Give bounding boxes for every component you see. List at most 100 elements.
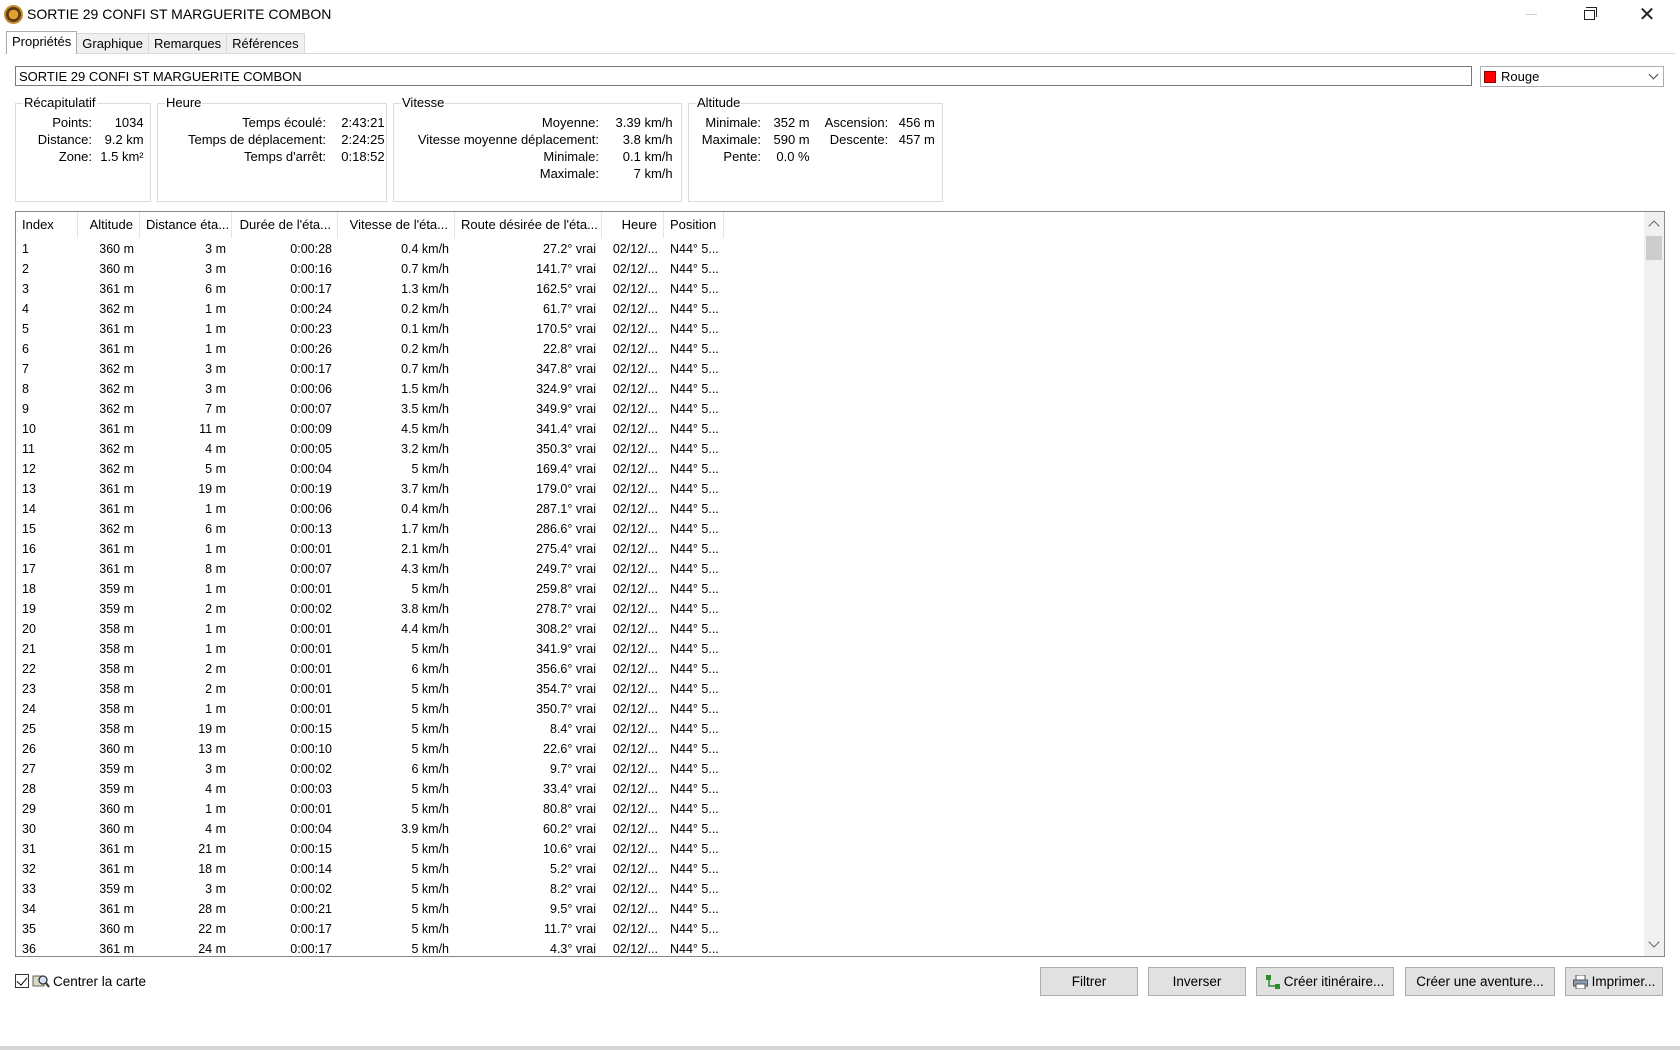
scroll-down-icon[interactable] [1648,936,1660,948]
table-row[interactable]: 35 360 m 22 m 0:00:17 5 km/h 11.7° vrai 02/12/… [16,919,1646,939]
color-dropdown[interactable]: Rouge [1480,66,1664,87]
table-row[interactable]: 16 361 m 1 m 0:00:01 2.1 km/h 275.4° vrai 02/1… [16,539,1646,559]
cell-speed: 0.4 km/h [401,502,449,516]
table-row[interactable]: 22 358 m 2 m 0:00:01 6 km/h 356.6° vrai 02/12/… [16,659,1646,679]
cell-altitude: 358 m [99,722,134,736]
cell-position: N44° 5... [670,842,719,856]
speed-group: Vitesse Moyenne: 3.39 km/h Vitesse moyen… [393,95,682,202]
reverse-button[interactable]: Inverser [1148,967,1246,996]
scroll-thumb[interactable] [1646,236,1662,260]
filter-button[interactable]: Filtrer [1040,967,1138,996]
table-row[interactable]: 19 359 m 2 m 0:00:02 3.8 km/h 278.7° vrai 02/1… [16,599,1646,619]
column-header-distance[interactable]: Distance éta... [140,212,232,238]
table-row[interactable]: 2 360 m 3 m 0:00:16 0.7 km/h 141.7° vrai 02/12… [16,259,1646,279]
table-row[interactable]: 3 361 m 6 m 0:00:17 1.3 km/h 162.5° vrai 02/12… [16,279,1646,299]
table-row[interactable]: 8 362 m 3 m 0:00:06 1.5 km/h 324.9° vrai 02/12… [16,379,1646,399]
table-row[interactable]: 29 360 m 1 m 0:00:01 5 km/h 80.8° vrai 02/12/.… [16,799,1646,819]
cell-index: 15 [22,522,36,536]
slope-value: 0.0 % [776,149,810,164]
cell-index: 27 [22,762,36,776]
create-route-button[interactable]: Créer itinéraire... [1256,967,1394,996]
cell-index: 31 [22,842,36,856]
table-row[interactable]: 9 362 m 7 m 0:00:07 3.5 km/h 349.9° vrai 02/12… [16,399,1646,419]
table-row[interactable]: 17 361 m 8 m 0:00:07 4.3 km/h 249.7° vrai 02/1… [16,559,1646,579]
cell-altitude: 361 m [99,942,134,956]
cell-duration: 0:00:17 [290,922,332,936]
column-header-index[interactable]: Index [16,212,78,238]
cell-course: 61.7° vrai [543,302,596,316]
cell-distance: 1 m [205,502,226,516]
center-map-option[interactable]: Centrer la carte [15,973,146,989]
table-row[interactable]: 6 361 m 1 m 0:00:26 0.2 km/h 22.8° vrai 02/12/… [16,339,1646,359]
table-row[interactable]: 34 361 m 28 m 0:00:21 5 km/h 9.5° vrai 02/12/.… [16,899,1646,919]
cell-distance: 3 m [205,242,226,256]
column-header-altitude[interactable]: Altitude [78,212,140,238]
table-row[interactable]: 27 359 m 3 m 0:00:02 6 km/h 9.7° vrai 02/12/..… [16,759,1646,779]
column-header-course[interactable]: Route désirée de l'éta... [455,212,602,238]
cell-speed: 4.5 km/h [401,422,449,436]
summary-group: Récapitulatif Points: 1034 Distance: 9.2… [15,95,151,202]
create-adventure-button[interactable]: Créer une aventure... [1405,967,1555,996]
table-row[interactable]: 24 358 m 1 m 0:00:01 5 km/h 350.7° vrai 02/12/… [16,699,1646,719]
column-header-time[interactable]: Heure [602,212,664,238]
tab-references[interactable]: Références [226,33,305,54]
print-button[interactable]: Imprimer... [1565,967,1663,996]
cell-duration: 0:00:04 [290,462,332,476]
cell-distance: 4 m [205,822,226,836]
table-row[interactable]: 32 361 m 18 m 0:00:14 5 km/h 5.2° vrai 02/12/.… [16,859,1646,879]
cell-speed: 5 km/h [411,702,449,716]
table-row[interactable]: 14 361 m 1 m 0:00:06 0.4 km/h 287.1° vrai 02/1… [16,499,1646,519]
table-row[interactable]: 4 362 m 1 m 0:00:24 0.2 km/h 61.7° vrai 02/12/… [16,299,1646,319]
minimize-button[interactable] [1502,0,1560,29]
table-row[interactable]: 15 362 m 6 m 0:00:13 1.7 km/h 286.6° vrai 02/1… [16,519,1646,539]
column-header-duration[interactable]: Durée de l'éta... [232,212,338,238]
cell-altitude: 362 m [99,302,134,316]
center-map-checkbox[interactable] [15,974,29,988]
tab-proprietes[interactable]: Propriétés [6,31,78,54]
cell-speed: 5 km/h [411,582,449,596]
table-row[interactable]: 7 362 m 3 m 0:00:17 0.7 km/h 347.8° vrai 02/12… [16,359,1646,379]
vertical-scrollbar[interactable] [1644,212,1664,956]
column-header-speed[interactable]: Vitesse de l'éta... [338,212,455,238]
moving-time-value: 2:24:25 [341,132,385,147]
track-name-input[interactable] [15,66,1472,86]
table-row[interactable]: 12 362 m 5 m 0:00:04 5 km/h 169.4° vrai 02/12/… [16,459,1646,479]
moving-avg-speed-value: 3.8 km/h [622,132,673,147]
table-row[interactable]: 26 360 m 13 m 0:00:10 5 km/h 22.6° vrai 02/12/… [16,739,1646,759]
restore-button[interactable] [1560,0,1618,29]
table-row[interactable]: 1 360 m 3 m 0:00:28 0.4 km/h 27.2° vrai 02/12/… [16,239,1646,259]
table-row[interactable]: 5 361 m 1 m 0:00:23 0.1 km/h 170.5° vrai 02/12… [16,319,1646,339]
table-row[interactable]: 31 361 m 21 m 0:00:15 5 km/h 10.6° vrai 02/12/… [16,839,1646,859]
table-row[interactable]: 36 361 m 24 m 0:00:17 5 km/h 4.3° vrai 02/12/.… [16,939,1646,956]
cell-course: 5.2° vrai [550,862,596,876]
cell-duration: 0:00:04 [290,822,332,836]
table-row[interactable]: 33 359 m 3 m 0:00:02 5 km/h 8.2° vrai 02/12/..… [16,879,1646,899]
cell-position: N44° 5... [670,262,719,276]
cell-duration: 0:00:02 [290,602,332,616]
cell-duration: 0:00:13 [290,522,332,536]
table-row[interactable]: 25 358 m 19 m 0:00:15 5 km/h 8.4° vrai 02/12/.… [16,719,1646,739]
column-header-position[interactable]: Position [664,212,724,238]
table-row[interactable]: 23 358 m 2 m 0:00:01 5 km/h 354.7° vrai 02/12/… [16,679,1646,699]
cell-speed: 5 km/h [411,802,449,816]
table-row[interactable]: 10 361 m 11 m 0:00:09 4.5 km/h 341.4° vrai 02/… [16,419,1646,439]
tab-graphique[interactable]: Graphique [76,33,149,54]
close-button[interactable]: ✕ [1618,0,1676,29]
cell-index: 34 [22,902,36,916]
cell-position: N44° 5... [670,482,719,496]
table-row[interactable]: 21 358 m 1 m 0:00:01 5 km/h 341.9° vrai 02/12/… [16,639,1646,659]
table-row[interactable]: 28 359 m 4 m 0:00:03 5 km/h 33.4° vrai 02/12/.… [16,779,1646,799]
table-row[interactable]: 18 359 m 1 m 0:00:01 5 km/h 259.8° vrai 02/12/… [16,579,1646,599]
cell-speed: 4.4 km/h [401,622,449,636]
cell-duration: 0:00:15 [290,722,332,736]
table-row[interactable]: 30 360 m 4 m 0:00:04 3.9 km/h 60.2° vrai 02/12… [16,819,1646,839]
table-row[interactable]: 11 362 m 4 m 0:00:05 3.2 km/h 350.3° vrai 02/1… [16,439,1646,459]
cell-course: 170.5° vrai [536,322,596,336]
table-row[interactable]: 13 361 m 19 m 0:00:19 3.7 km/h 179.0° vrai 02/… [16,479,1646,499]
tab-remarques[interactable]: Remarques [147,33,228,54]
cell-course: 33.4° vrai [543,782,596,796]
cell-distance: 21 m [198,842,226,856]
stopped-time-value: 0:18:52 [341,149,385,164]
scroll-up-icon[interactable] [1648,220,1660,232]
table-row[interactable]: 20 358 m 1 m 0:00:01 4.4 km/h 308.2° vrai 02/1… [16,619,1646,639]
